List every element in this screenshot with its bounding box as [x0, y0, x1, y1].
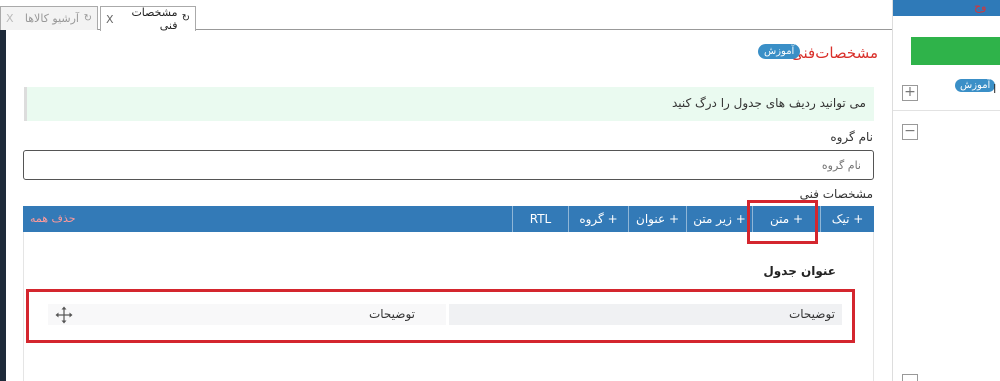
- add-checkbox-button[interactable]: + تیک: [820, 206, 874, 232]
- group-name-label: نام گروه: [830, 130, 873, 144]
- tab-product-archive[interactable]: ↻ آرشیو کالاها X: [0, 6, 98, 30]
- add-group-button[interactable]: + گروه: [568, 206, 628, 232]
- refresh-icon[interactable]: ↻: [82, 13, 92, 24]
- right-side-panel: آموزش ا: [892, 0, 1000, 381]
- tutorial-badge[interactable]: آموزش: [955, 79, 996, 92]
- expand-plus-icon[interactable]: +: [902, 85, 918, 101]
- info-text: می توانید ردیف های جدول را درگ کنید: [671, 96, 866, 110]
- highlight-box-text-button: [747, 200, 818, 244]
- highlight-box-table-row: [26, 289, 855, 343]
- top-right-text: وج: [974, 0, 987, 13]
- tutorial-badge[interactable]: آموزش: [758, 44, 801, 59]
- group-name-input[interactable]: [23, 150, 874, 180]
- close-icon[interactable]: X: [6, 12, 14, 25]
- green-action-button[interactable]: [911, 37, 1000, 65]
- add-title-button[interactable]: + عنوان: [628, 206, 686, 232]
- page-title: مشخصات‌فنی: [791, 44, 878, 62]
- refresh-icon[interactable]: ↻: [181, 14, 190, 24]
- collapse-minus-icon[interactable]: [902, 374, 918, 381]
- tab-bar: ↻ آرشیو کالاها X ↻ مشخصات فنی X: [0, 0, 892, 32]
- add-subtext-button[interactable]: + زیر متن: [686, 206, 752, 232]
- specs-label: مشخصات فنی: [799, 187, 873, 201]
- tab-label: آرشیو کالاها: [24, 12, 79, 25]
- close-icon[interactable]: X: [106, 13, 114, 26]
- table-title: عنوان جدول: [763, 264, 836, 278]
- left-window-edge: [0, 28, 6, 381]
- right-panel-label: ا: [993, 82, 997, 96]
- divider: [893, 110, 1000, 111]
- delete-all-button[interactable]: حذف همه: [30, 206, 76, 232]
- tab-label: مشخصات فنی: [131, 6, 178, 32]
- info-alert: می توانید ردیف های جدول را درگ کنید: [24, 87, 874, 121]
- tab-technical-specs[interactable]: ↻ مشخصات فنی X: [100, 6, 196, 32]
- collapse-minus-icon[interactable]: −: [902, 124, 918, 140]
- rtl-button[interactable]: RTL: [512, 206, 568, 232]
